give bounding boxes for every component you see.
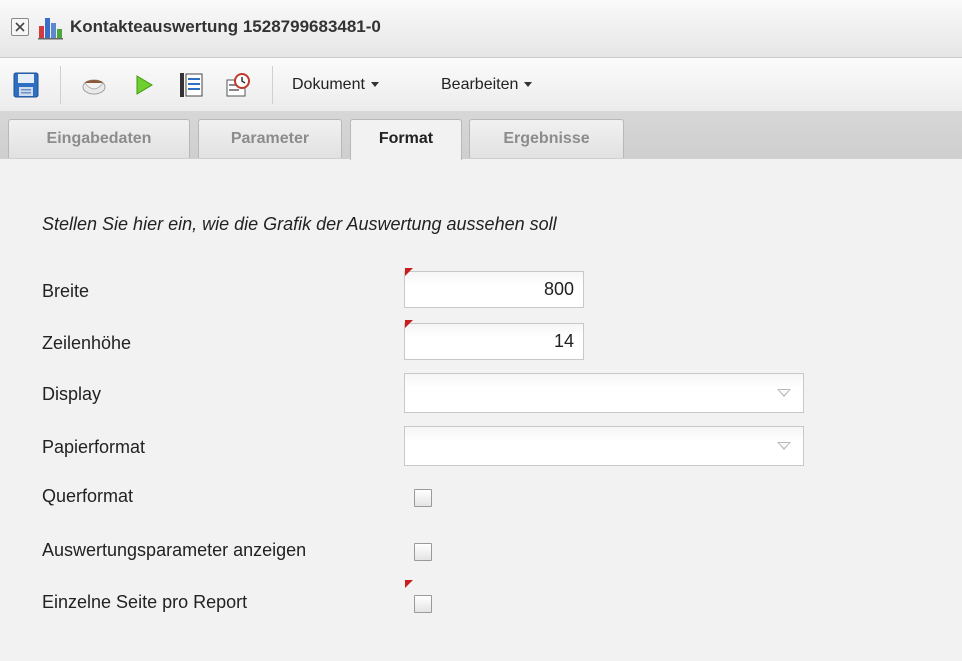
- title-bar: Kontakteauswertung 1528799683481-0: [0, 0, 962, 58]
- display-select[interactable]: [404, 373, 804, 413]
- tab-bar: Eingabedaten Parameter Format Ergebnisse: [0, 111, 962, 160]
- auswertungsparameter-label: Auswertungsparameter anzeigen: [42, 540, 307, 560]
- menu-bearbeiten-label: Bearbeiten: [441, 76, 519, 93]
- form-intro-text: Stellen Sie hier ein, wie die Grafik der…: [42, 214, 557, 234]
- display-label: Display: [42, 384, 102, 404]
- menu-dokument[interactable]: Dokument: [292, 76, 379, 94]
- einzelne-seite-label: Einzelne Seite pro Report: [42, 592, 248, 612]
- toolbar-separator: [272, 66, 273, 104]
- required-marker: [405, 320, 413, 328]
- dropdown-toggle[interactable]: [767, 374, 803, 412]
- save-icon[interactable]: [12, 71, 40, 99]
- breite-label: Breite: [42, 281, 90, 301]
- chevron-down-icon: [524, 82, 533, 88]
- zeilenhoehe-label: Zeilenhöhe: [42, 333, 132, 353]
- window-title: Kontakteauswertung 1528799683481-0: [70, 17, 381, 36]
- papierformat-label: Papierformat: [42, 437, 146, 457]
- tab-eingabedaten[interactable]: Eingabedaten: [8, 119, 190, 158]
- breite-input[interactable]: [404, 271, 584, 308]
- einzelne-seite-checkbox[interactable]: [414, 595, 432, 613]
- menu-dokument-label: Dokument: [292, 76, 365, 93]
- papierformat-select[interactable]: [404, 426, 804, 466]
- querformat-checkbox[interactable]: [414, 489, 432, 507]
- close-icon[interactable]: [11, 18, 29, 36]
- querformat-label: Querformat: [42, 486, 134, 506]
- tab-format[interactable]: Format: [350, 119, 462, 160]
- auswertungsparameter-checkbox[interactable]: [414, 543, 432, 561]
- required-marker: [405, 580, 413, 588]
- chevron-down-icon: [777, 389, 791, 397]
- run-arrow-icon[interactable]: [130, 71, 158, 99]
- scheduler-icon[interactable]: [224, 71, 252, 99]
- tab-parameter[interactable]: Parameter: [198, 119, 342, 158]
- required-marker: [405, 268, 413, 276]
- bar-chart-icon: [38, 18, 63, 40]
- toolbar-separator: [60, 66, 61, 104]
- menu-bearbeiten[interactable]: Bearbeiten: [441, 76, 533, 94]
- zeilenhoehe-input[interactable]: [404, 323, 584, 360]
- document-list-icon[interactable]: [177, 71, 205, 99]
- chevron-down-icon: [370, 82, 379, 88]
- tab-ergebnisse[interactable]: Ergebnisse: [469, 119, 624, 158]
- toolbar: Dokument Bearbeiten: [0, 58, 962, 112]
- dropdown-toggle[interactable]: [767, 427, 803, 465]
- chevron-down-icon: [777, 442, 791, 450]
- report-window: Kontakteauswertung 1528799683481-0 Dokum…: [0, 0, 962, 661]
- coffee-cup-icon[interactable]: [80, 71, 108, 99]
